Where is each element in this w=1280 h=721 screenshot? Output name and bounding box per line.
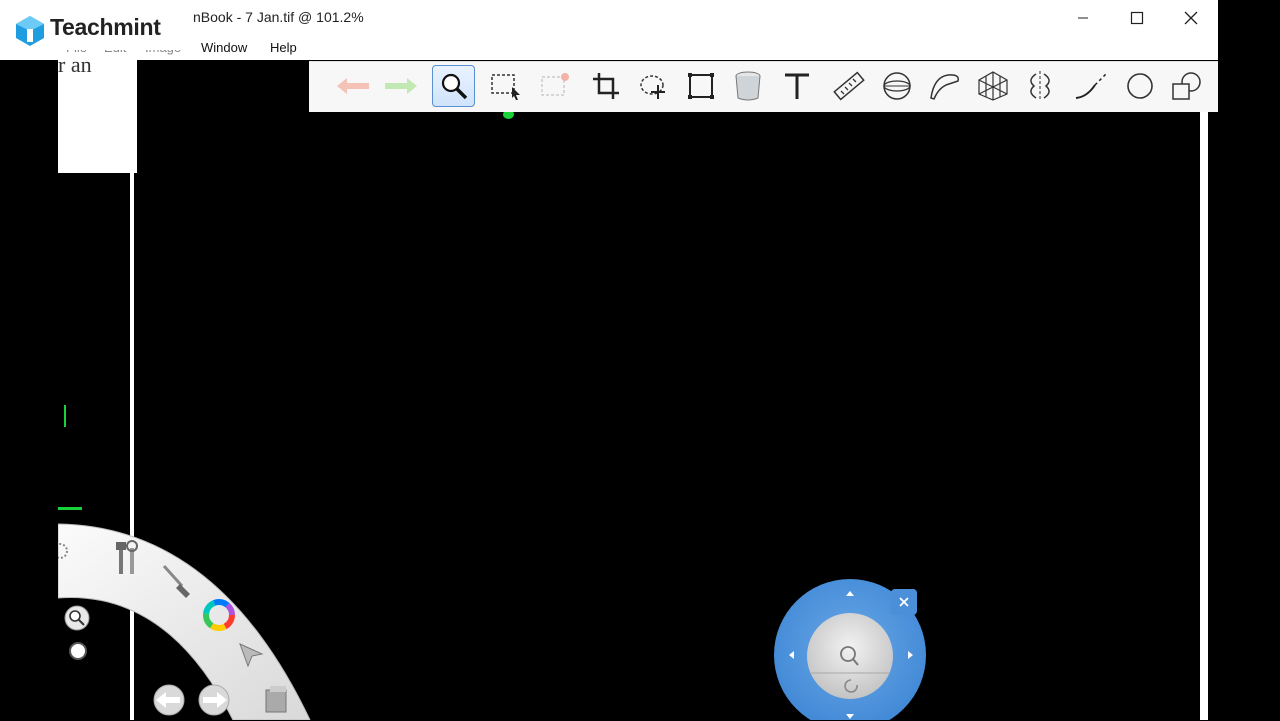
shapes-tool[interactable] (1167, 66, 1207, 106)
clear-selection-tool[interactable] (534, 66, 574, 106)
ruler-icon (833, 71, 865, 101)
lagoon-zoom-button[interactable] (64, 605, 90, 631)
teachmint-logo-icon (16, 16, 44, 46)
ruler-tool[interactable] (829, 66, 869, 106)
french-curve-icon (930, 74, 960, 100)
menu-help[interactable]: Help (270, 40, 297, 55)
close-icon (1184, 11, 1198, 25)
rect-select-icon (491, 74, 520, 100)
text-icon (785, 73, 809, 99)
ellipse-guide-tool[interactable] (877, 66, 917, 106)
lagoon-brush-button[interactable] (160, 562, 196, 600)
cursor-arrow-icon (239, 643, 264, 668)
crop-tool[interactable] (586, 66, 626, 106)
symmetry-tool[interactable] (1020, 66, 1060, 106)
transform-tool[interactable] (681, 66, 721, 106)
teachmint-logo-text: Teachmint (50, 14, 161, 40)
maximize-button[interactable] (1111, 4, 1163, 32)
minimize-button[interactable] (1057, 4, 1109, 32)
lagoon-circle-button[interactable] (67, 640, 89, 662)
lasso-move-icon (640, 75, 665, 99)
clear-selection-icon (541, 73, 569, 96)
transform-icon (688, 73, 714, 99)
green-line (58, 507, 82, 510)
magnifier-tool[interactable] (432, 65, 475, 107)
lagoon-settings-button[interactable] (52, 540, 72, 562)
close-button[interactable] (1165, 4, 1217, 32)
zoom-icon (64, 605, 90, 631)
ellipse-tool[interactable] (1120, 66, 1160, 106)
minimize-icon (1078, 17, 1088, 19)
magnifier-icon (441, 73, 467, 100)
color-wheel-icon (203, 599, 235, 631)
lagoon-undo-icon (153, 684, 185, 716)
perspective-grid-icon (978, 71, 1008, 101)
text-tool[interactable] (777, 66, 817, 106)
lagoon-tools-button[interactable] (110, 538, 144, 578)
undo-icon (337, 78, 369, 94)
lagoon-color-button[interactable] (201, 597, 237, 633)
close-icon (899, 597, 909, 607)
tools-icon (116, 540, 138, 574)
fill-bucket-icon (735, 71, 761, 101)
shapes-icon (1172, 72, 1201, 100)
puck-close-button[interactable] (891, 589, 917, 615)
canvas-border-right (1200, 112, 1208, 720)
brush-icon (162, 564, 190, 598)
lagoon-redo-icon (198, 684, 230, 716)
lagoon-undo-button[interactable] (148, 684, 190, 716)
circle-icon (69, 642, 87, 660)
stroke-tool[interactable] (1071, 66, 1111, 106)
stroke-icon (1075, 73, 1107, 99)
rect-select-tool[interactable] (486, 66, 526, 106)
undo-button[interactable] (333, 66, 373, 106)
canvas-white-panel: r an (58, 52, 137, 173)
lagoon-layers-button[interactable] (262, 684, 290, 714)
green-stroke (58, 405, 66, 427)
layers-icon (265, 686, 287, 713)
maximize-icon (1130, 11, 1144, 25)
ellipse-icon (1127, 73, 1153, 99)
lasso-move-tool[interactable] (634, 66, 674, 106)
lagoon-redo-button[interactable] (193, 684, 235, 716)
lagoon-select-button[interactable] (236, 640, 268, 670)
fill-bucket-tool[interactable] (728, 66, 768, 106)
gear-icon (52, 543, 68, 559)
window-title: nBook - 7 Jan.tif @ 101.2% (193, 9, 364, 25)
menu-window[interactable]: Window (201, 40, 247, 55)
redo-icon (385, 78, 417, 94)
perspective-grid-tool[interactable] (973, 66, 1013, 106)
crop-icon (593, 73, 619, 99)
french-curve-tool[interactable] (925, 66, 965, 106)
redo-button[interactable] (381, 66, 421, 106)
symmetry-icon (1030, 71, 1050, 101)
ellipse-guide-icon (883, 72, 911, 100)
